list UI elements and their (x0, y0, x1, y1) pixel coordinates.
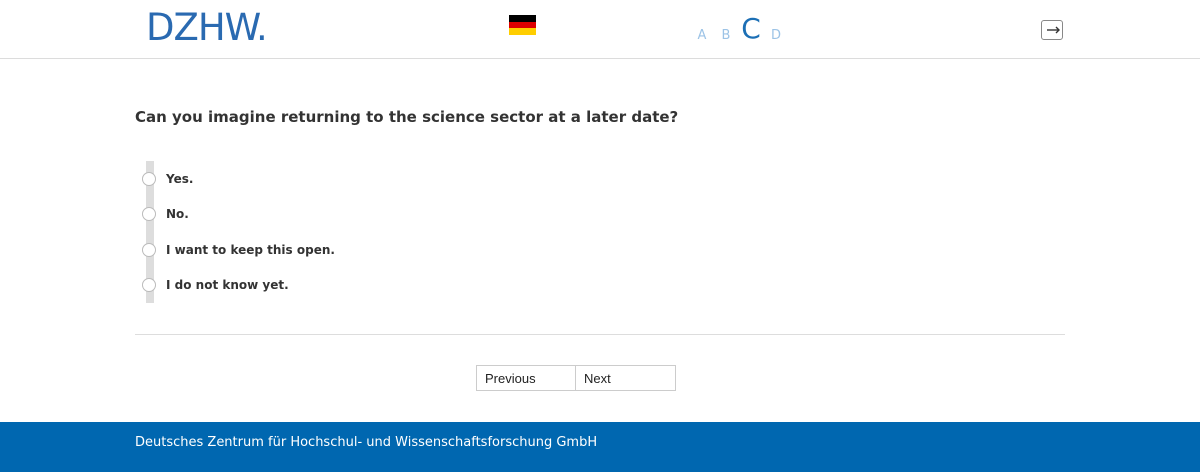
radio-button[interactable] (142, 207, 156, 221)
flag-stripe-black (509, 15, 536, 22)
option-label: No. (166, 207, 189, 221)
next-button[interactable]: Next (576, 365, 676, 391)
footer-text: Deutsches Zentrum für Hochschul- und Wis… (135, 435, 598, 450)
section-c-current: C (741, 12, 761, 45)
radio-button[interactable] (142, 243, 156, 257)
option-label: Yes. (166, 172, 194, 186)
radio-button[interactable] (142, 278, 156, 292)
divider (135, 334, 1065, 335)
option-yes[interactable]: Yes. (142, 169, 193, 189)
answer-options: Yes. No. I want to keep this open. I do … (142, 161, 542, 303)
exit-icon (1047, 26, 1060, 34)
exit-button[interactable] (1041, 20, 1063, 40)
flag-stripe-red (509, 21, 536, 29)
footer: Deutsches Zentrum für Hochschul- und Wis… (0, 422, 1200, 472)
germany-flag-icon[interactable] (509, 15, 536, 35)
option-do-not-know[interactable]: I do not know yet. (142, 275, 289, 295)
section-a: A (697, 28, 707, 43)
flag-stripe-gold (509, 28, 536, 35)
header: DZHW. A B C D (0, 0, 1200, 59)
option-label: I do not know yet. (166, 278, 289, 292)
option-label: I want to keep this open. (166, 243, 335, 257)
previous-button[interactable]: Previous (476, 365, 576, 391)
radio-button[interactable] (142, 172, 156, 186)
section-progress: A B C D (690, 12, 788, 46)
option-no[interactable]: No. (142, 204, 189, 224)
question-text: Can you imagine returning to the science… (135, 108, 679, 126)
option-keep-open[interactable]: I want to keep this open. (142, 240, 335, 260)
section-d: D (770, 28, 781, 43)
dzhw-logo[interactable]: DZHW. (146, 6, 268, 50)
section-b: B (721, 28, 731, 43)
navigation-buttons: Previous Next (476, 365, 676, 391)
